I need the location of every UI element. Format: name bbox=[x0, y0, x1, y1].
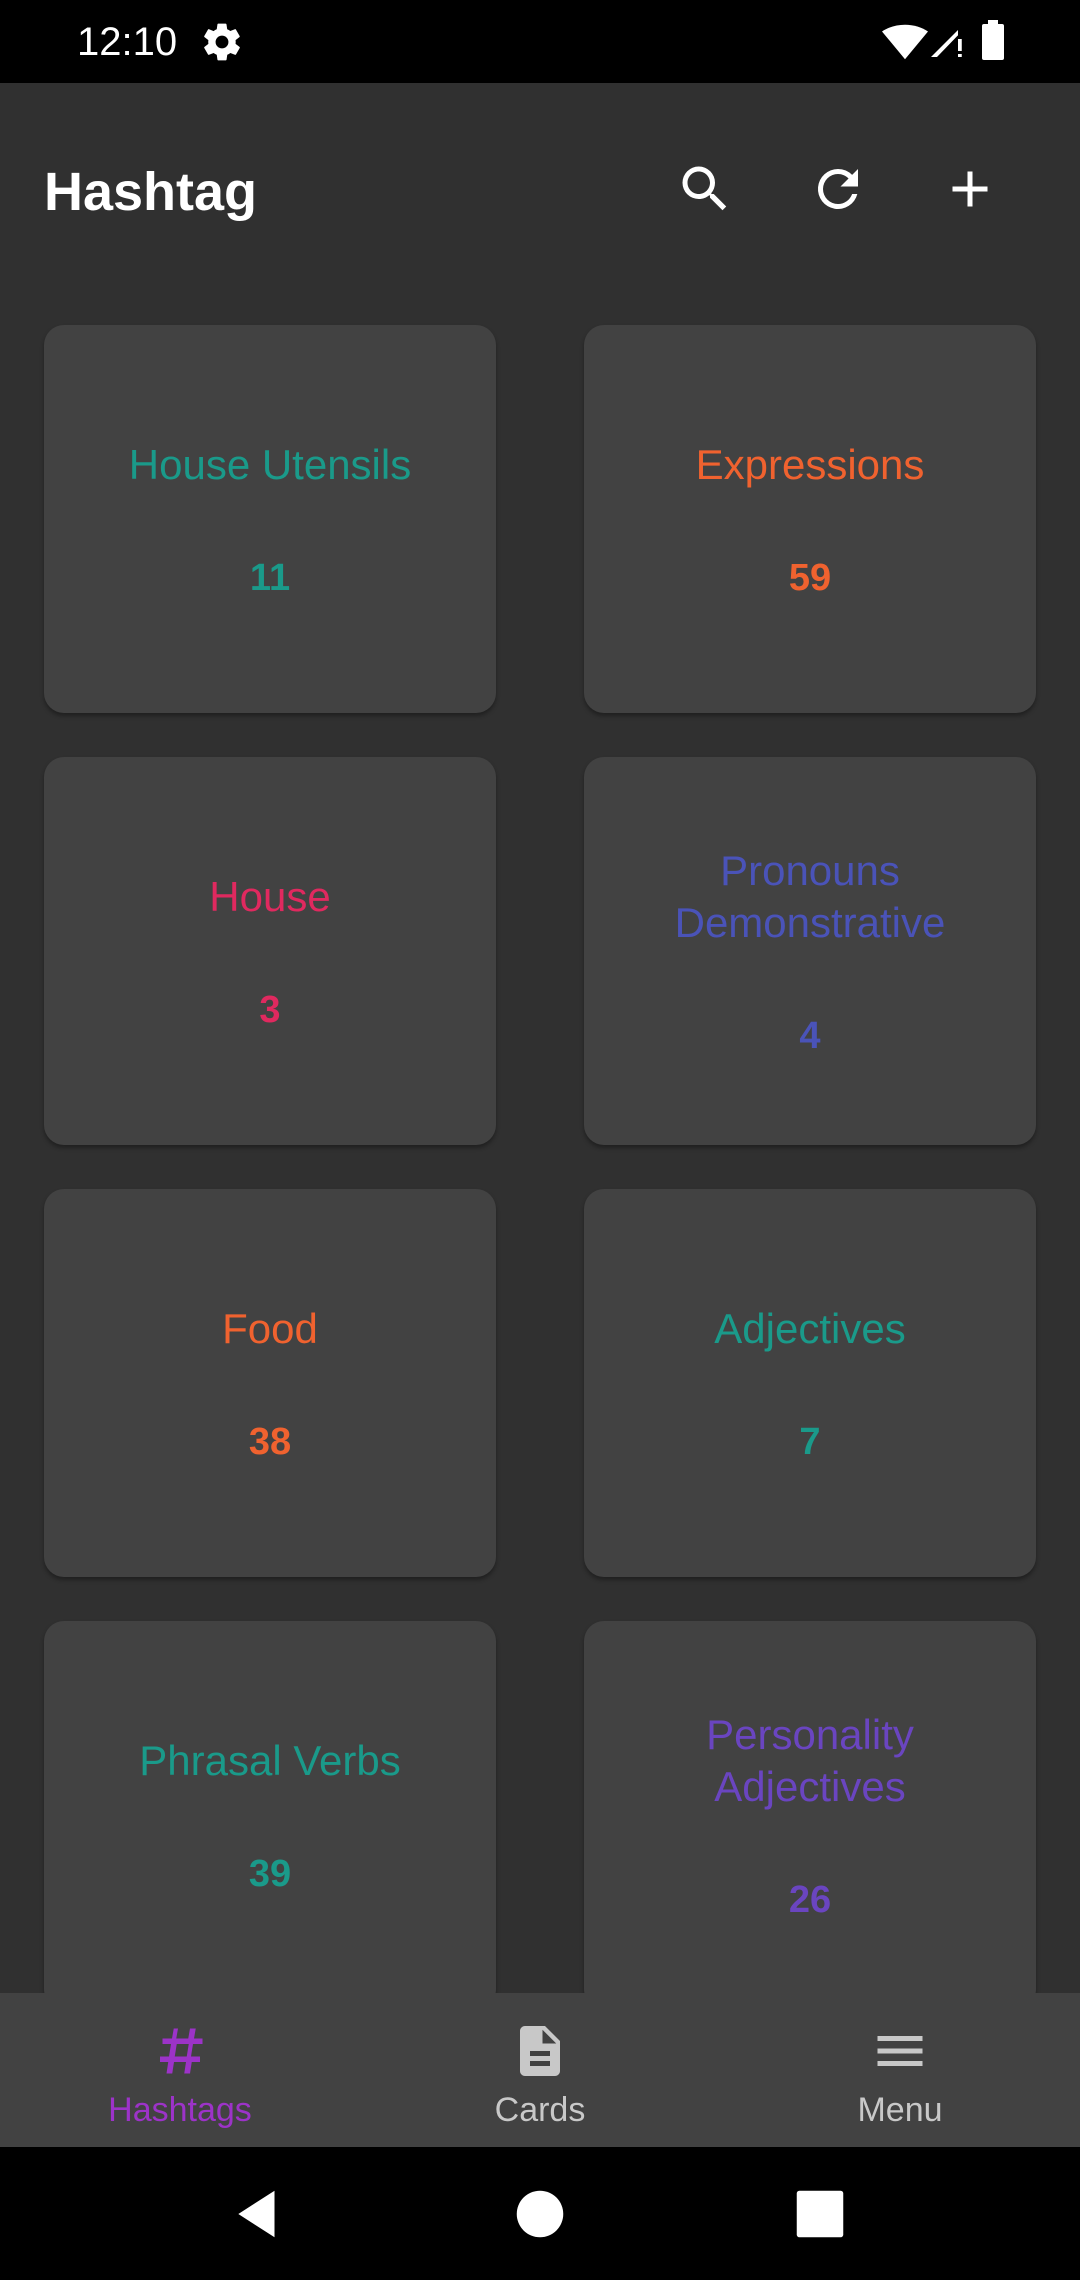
settings-gear-icon bbox=[200, 20, 244, 64]
search-icon bbox=[682, 166, 727, 211]
card-count: 11 bbox=[249, 556, 291, 599]
home-button[interactable] bbox=[509, 2183, 571, 2245]
add-button[interactable] bbox=[940, 159, 1000, 219]
nav-item-menu[interactable]: Menu bbox=[720, 1993, 1080, 2147]
home-circle-icon bbox=[516, 2190, 564, 2238]
card-title: House Utensils bbox=[128, 440, 412, 488]
bottom-navigation: Hashtags Cards Menu bbox=[0, 1993, 1080, 2147]
back-triangle-icon bbox=[238, 2190, 275, 2238]
card-count: 3 bbox=[259, 988, 281, 1031]
plus-icon bbox=[952, 171, 988, 207]
status-time: 12:10 bbox=[77, 20, 178, 64]
nav-label: Hashtags bbox=[108, 2091, 252, 2129]
card-count: 26 bbox=[788, 1878, 832, 1921]
card-count: 4 bbox=[799, 1014, 821, 1057]
signal-icon bbox=[928, 24, 964, 60]
card-count: 59 bbox=[788, 556, 832, 599]
card-title: Food bbox=[222, 1304, 318, 1352]
hashtag-card[interactable]: Pronouns Demonstrative 4 bbox=[584, 757, 1036, 1145]
recents-button[interactable] bbox=[789, 2183, 851, 2245]
refresh-button[interactable] bbox=[808, 159, 868, 219]
search-button[interactable] bbox=[675, 159, 735, 219]
hashtag-card[interactable]: Adjectives 7 bbox=[584, 1189, 1036, 1577]
card-title: Pronouns Demonstrative bbox=[674, 846, 946, 946]
back-button[interactable] bbox=[228, 2183, 290, 2245]
card-title: Phrasal Verbs bbox=[139, 1736, 401, 1784]
card-count: 7 bbox=[799, 1420, 821, 1463]
hashtag-card[interactable]: House 3 bbox=[44, 757, 496, 1145]
document-icon bbox=[510, 2021, 570, 2081]
menu-icon bbox=[870, 2021, 930, 2081]
card-title: Personality Adjectives bbox=[706, 1710, 914, 1810]
hashtag-grid: House Utensils 11 Expressions 59 House 3… bbox=[0, 303, 1080, 1993]
card-title: House bbox=[209, 872, 331, 920]
card-title: Adjectives bbox=[714, 1304, 906, 1352]
nav-label: Menu bbox=[857, 2091, 943, 2129]
battery-icon bbox=[982, 20, 1004, 60]
hashtag-card[interactable]: Food 38 bbox=[44, 1189, 496, 1577]
hashtag-card[interactable]: Personality Adjectives 26 bbox=[584, 1621, 1036, 1993]
hashtag-icon bbox=[150, 2021, 210, 2081]
nav-item-cards[interactable]: Cards bbox=[360, 1993, 720, 2147]
refresh-icon bbox=[817, 168, 858, 209]
recents-square-icon bbox=[796, 2190, 844, 2238]
hashtag-card[interactable]: House Utensils 11 bbox=[44, 325, 496, 713]
system-navigation-bar bbox=[0, 2147, 1080, 2280]
hashtag-card[interactable]: Expressions 59 bbox=[584, 325, 1036, 713]
status-bar: 12:10 bbox=[0, 0, 1080, 83]
card-title: Expressions bbox=[695, 440, 925, 488]
wifi-icon bbox=[882, 24, 928, 60]
card-count: 39 bbox=[248, 1852, 292, 1895]
page-title: Hashtag bbox=[44, 162, 258, 222]
nav-label: Cards bbox=[494, 2091, 586, 2129]
nav-item-hashtags[interactable]: Hashtags bbox=[0, 1993, 360, 2147]
card-count: 38 bbox=[248, 1420, 292, 1463]
app-bar: Hashtag bbox=[0, 83, 1080, 303]
hashtag-card[interactable]: Phrasal Verbs 39 bbox=[44, 1621, 496, 1993]
